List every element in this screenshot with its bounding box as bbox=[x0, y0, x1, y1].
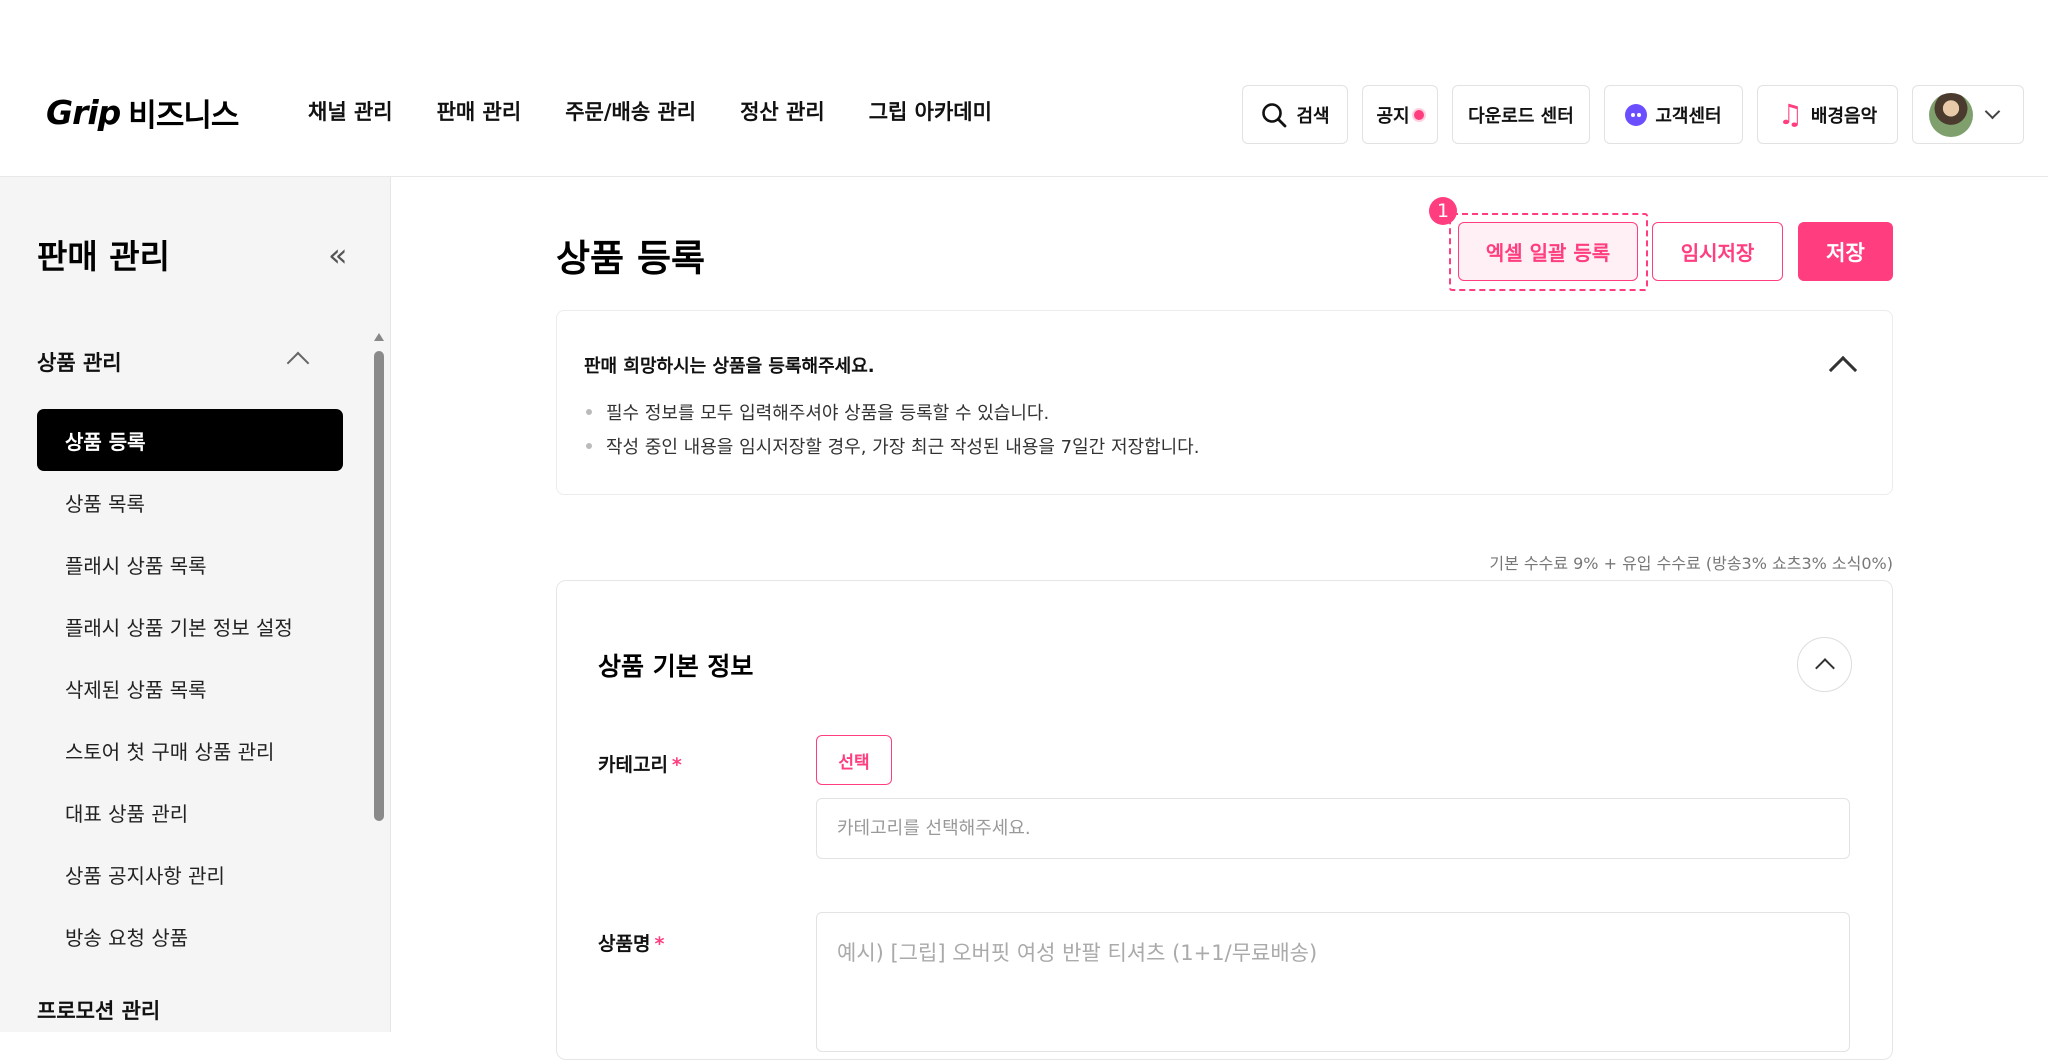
sidebar-title: 판매 관리 bbox=[37, 237, 170, 276]
info-note: 작성 중인 내용을 임시저장할 경우, 가장 최근 작성된 내용을 7일간 저장… bbox=[586, 429, 1199, 463]
sidebar-item-deleted-products[interactable]: 삭제된 상품 목록 bbox=[37, 657, 343, 719]
chevron-down-icon bbox=[1984, 103, 2001, 120]
sidebar-item-product-notices[interactable]: 상품 공지사항 관리 bbox=[37, 843, 343, 905]
sidebar-menu: 상품 등록 상품 목록 플래시 상품 목록 플래시 상품 기본 정보 설정 삭제… bbox=[37, 409, 343, 967]
product-name-label: 상품명 * bbox=[598, 929, 664, 956]
nav-orders[interactable]: 주문/배송 관리 bbox=[565, 96, 696, 126]
card-title: 상품 기본 정보 bbox=[598, 652, 754, 681]
logo-business-text: 비즈니스 bbox=[128, 97, 239, 134]
notice-info-box: 판매 희망하시는 상품을 등록해주세요. 필수 정보를 모두 입력해주셔야 상품… bbox=[556, 310, 1893, 495]
avatar bbox=[1929, 92, 1973, 137]
chevron-up-icon[interactable] bbox=[1828, 355, 1858, 385]
nav-sales[interactable]: 판매 관리 bbox=[437, 96, 522, 126]
collapse-card-chevron-up-icon[interactable] bbox=[1797, 637, 1852, 692]
customer-center-button[interactable]: 고객센터 bbox=[1604, 85, 1743, 144]
music-note-icon: ♫ bbox=[1777, 97, 1803, 131]
collapse-sidebar-icon[interactable]: ‹‹ bbox=[328, 239, 347, 271]
sidebar-item-first-purchase[interactable]: 스토어 첫 구매 상품 관리 bbox=[37, 719, 343, 781]
category-label: 카테고리 * bbox=[598, 750, 682, 777]
sidebar-item-flash-product-settings[interactable]: 플래시 상품 기본 정보 설정 bbox=[37, 595, 343, 657]
logo-grip-text: Grip bbox=[46, 92, 121, 132]
category-select-button[interactable]: 선택 bbox=[816, 735, 892, 785]
sidebar: 판매 관리 ‹‹ 상품 관리 상품 등록 상품 목록 플래시 상품 목록 플래시… bbox=[0, 177, 391, 1032]
nav-settlement[interactable]: 정산 관리 bbox=[740, 96, 825, 126]
excel-bulk-register-button[interactable]: 엑셀 일괄 등록 bbox=[1458, 222, 1638, 281]
search-label: 검색 bbox=[1296, 105, 1330, 127]
page-title: 상품 등록 bbox=[556, 237, 706, 280]
info-title: 판매 희망하시는 상품을 등록해주세요. bbox=[584, 356, 875, 377]
nav-channel[interactable]: 채널 관리 bbox=[308, 96, 393, 126]
search-button[interactable]: 검색 bbox=[1242, 85, 1348, 144]
sidebar-item-broadcast-requests[interactable]: 방송 요청 상품 bbox=[37, 905, 343, 967]
sidebar-item-featured-products[interactable]: 대표 상품 관리 bbox=[37, 781, 343, 843]
customer-center-label: 고객센터 bbox=[1655, 105, 1722, 127]
search-icon bbox=[1262, 102, 1287, 127]
sidebar-item-product-list[interactable]: 상품 목록 bbox=[37, 471, 343, 533]
commission-info: 기본 수수료 9% + 유입 수수료 (방송3% 쇼츠3% 소식0%) bbox=[1489, 554, 1893, 573]
sidebar-section-promotion[interactable]: 프로모션 관리 bbox=[37, 995, 160, 1025]
scroll-up-arrow-icon[interactable] bbox=[374, 333, 384, 341]
new-notice-dot-icon bbox=[1413, 109, 1424, 120]
product-name-input[interactable] bbox=[816, 912, 1850, 1052]
notice-label: 공지 bbox=[1376, 105, 1410, 127]
category-label-text: 카테고리 bbox=[598, 754, 668, 776]
bgm-button[interactable]: ♫ 배경음악 bbox=[1757, 85, 1898, 144]
category-field[interactable] bbox=[816, 798, 1850, 859]
sidebar-scrollbar[interactable] bbox=[371, 333, 387, 1032]
product-name-label-text: 상품명 bbox=[598, 933, 651, 955]
info-note: 필수 정보를 모두 입력해주셔야 상품을 등록할 수 있습니다. bbox=[586, 395, 1199, 429]
download-center-button[interactable]: 다운로드 센터 bbox=[1452, 85, 1590, 144]
required-mark: * bbox=[671, 754, 682, 776]
save-button[interactable]: 저장 bbox=[1798, 222, 1893, 281]
step-badge: 1 bbox=[1429, 197, 1457, 225]
sidebar-item-flash-product-list[interactable]: 플래시 상품 목록 bbox=[37, 533, 343, 595]
top-header: Grip 비즈니스 채널 관리 판매 관리 주문/배송 관리 정산 관리 그립 … bbox=[0, 0, 2048, 177]
download-center-label: 다운로드 센터 bbox=[1468, 105, 1574, 127]
bgm-label: 배경음악 bbox=[1810, 105, 1878, 127]
sidebar-item-product-register[interactable]: 상품 등록 bbox=[37, 409, 343, 471]
product-basic-info-card: 상품 기본 정보 카테고리* 선택 상품명* bbox=[556, 580, 1893, 1060]
nav-academy[interactable]: 그립 아카데미 bbox=[869, 96, 992, 126]
sidebar-section-product[interactable]: 상품 관리 bbox=[37, 347, 122, 377]
grip-business-logo[interactable]: Grip 비즈니스 bbox=[46, 90, 239, 134]
profile-menu-button[interactable] bbox=[1912, 85, 2024, 144]
chevron-up-icon[interactable] bbox=[286, 351, 310, 375]
notice-button[interactable]: 공지 bbox=[1362, 85, 1438, 144]
chat-bubble-icon bbox=[1625, 103, 1648, 126]
scrollbar-thumb[interactable] bbox=[374, 351, 384, 821]
required-mark: * bbox=[654, 933, 665, 955]
info-notes: 필수 정보를 모두 입력해주셔야 상품을 등록할 수 있습니다. 작성 중인 내… bbox=[586, 395, 1199, 463]
main-nav: 채널 관리 판매 관리 주문/배송 관리 정산 관리 그립 아카데미 bbox=[308, 96, 992, 126]
temp-save-button[interactable]: 임시저장 bbox=[1652, 222, 1783, 281]
